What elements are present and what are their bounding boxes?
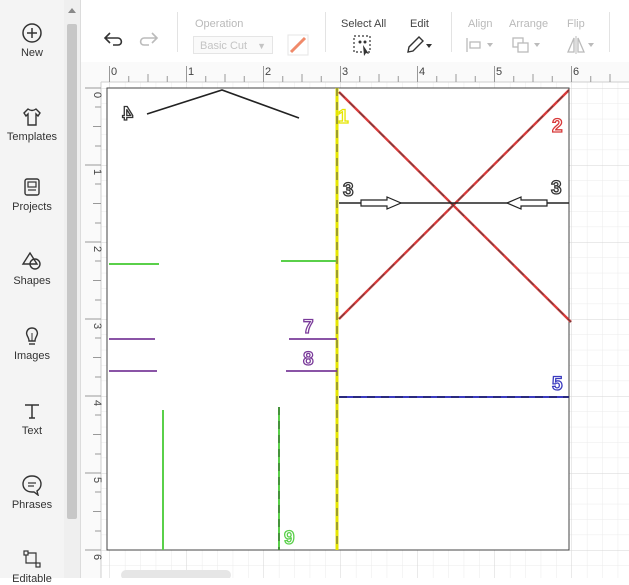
sidebar-item-label: Templates — [0, 131, 64, 143]
align-icon[interactable] — [465, 36, 499, 54]
ruler-left-label: 6 — [91, 554, 103, 560]
ruler-corner — [81, 62, 101, 82]
align-label: Align — [468, 18, 492, 30]
ruler-left-label: 2 — [91, 246, 103, 252]
linetype-color-swatch-icon[interactable] — [287, 34, 309, 56]
sidebar-item-shapes[interactable]: Shapes — [0, 250, 64, 287]
ruler-top-label: 0 — [111, 66, 117, 78]
sidebar-item-editable[interactable]: Editable — [0, 548, 64, 585]
undo-icon[interactable] — [103, 30, 125, 48]
sidebar-item-label: Text — [0, 425, 64, 437]
label-number: 7 — [303, 317, 314, 338]
canvas-scrollbar[interactable] — [121, 570, 231, 578]
label-number: 3 — [343, 180, 354, 201]
sidebar-item-images[interactable]: Images — [0, 325, 64, 362]
sidebar-item-projects[interactable]: Projects — [0, 176, 64, 213]
shapes-icon — [21, 250, 43, 272]
speech-bubble-icon — [21, 474, 43, 496]
ruler-top-label: 1 — [188, 66, 194, 78]
sidebar-item-label: Images — [0, 350, 64, 362]
label-number: 1 — [338, 107, 349, 128]
design-canvas[interactable]: 0 1 2 3 4 5 6 0 1 2 3 4 5 6 — [81, 62, 629, 578]
top-toolbar: Operation Basic Cut ▼ Select All Edit Al… — [81, 0, 629, 63]
ruler-left-label: 4 — [91, 400, 103, 406]
toolbar-divider — [451, 12, 452, 52]
project-card-icon — [21, 176, 43, 198]
shirt-icon — [21, 106, 43, 128]
label-number: 8 — [303, 349, 314, 370]
flip-icon[interactable] — [565, 35, 599, 55]
plus-circle-icon — [21, 22, 43, 44]
sidebar-item-label: Editable — [0, 573, 64, 585]
ruler-left-label: 0 — [91, 92, 103, 98]
label-number: 3 — [551, 178, 562, 199]
sidebar-item-templates[interactable]: Templates — [0, 106, 64, 143]
sidebar-item-label: Phrases — [0, 499, 64, 511]
ruler-top-label: 4 — [419, 66, 425, 78]
toolbar-divider — [177, 12, 178, 52]
editable-image-icon — [21, 548, 43, 570]
label-number: 9 — [284, 528, 295, 549]
label-number: 2 — [552, 116, 563, 137]
label-number-mirrored: 4 — [122, 104, 133, 125]
chevron-down-icon: ▼ — [257, 37, 266, 55]
sidebar-item-phrases[interactable]: Phrases — [0, 474, 64, 511]
toolbar-divider — [325, 12, 326, 52]
ruler-left-label: 1 — [91, 169, 103, 175]
scroll-up-icon[interactable] — [68, 8, 76, 13]
toolbar-divider — [609, 12, 610, 52]
operation-value: Basic Cut — [200, 40, 247, 52]
ruler-top-label: 5 — [496, 66, 502, 78]
ruler-top-label: 6 — [573, 66, 579, 78]
text-t-icon — [21, 400, 43, 422]
select-all-icon[interactable] — [351, 34, 375, 56]
left-ruler — [81, 82, 101, 578]
label-number: 5 — [552, 374, 563, 395]
redo-icon[interactable] — [137, 30, 159, 48]
edit-label: Edit — [410, 18, 429, 30]
ruler-left-label: 5 — [91, 477, 103, 483]
sidebar-item-label: New — [0, 47, 64, 59]
edit-pencil-icon[interactable] — [404, 34, 434, 56]
sidebar-item-text[interactable]: Text — [0, 400, 64, 437]
ruler-left-label: 3 — [91, 323, 103, 329]
arrange-icon[interactable] — [511, 36, 545, 54]
ruler-top-label: 3 — [342, 66, 348, 78]
operation-label: Operation — [195, 18, 243, 30]
left-sidebar: New Templates Projects Shapes Images — [0, 0, 65, 578]
sidebar-scrollbar[interactable] — [64, 0, 81, 578]
operation-select[interactable]: Basic Cut ▼ — [193, 36, 273, 54]
ruler-top-label: 2 — [265, 66, 271, 78]
scrollbar-thumb[interactable] — [67, 24, 77, 519]
sidebar-item-new[interactable]: New — [0, 22, 64, 59]
select-all-label: Select All — [341, 18, 386, 30]
arrange-label: Arrange — [509, 18, 548, 30]
sidebar-item-label: Projects — [0, 201, 64, 213]
top-ruler — [81, 62, 629, 82]
flip-label: Flip — [567, 18, 585, 30]
sidebar-item-label: Shapes — [0, 275, 64, 287]
bulb-icon — [21, 325, 43, 347]
